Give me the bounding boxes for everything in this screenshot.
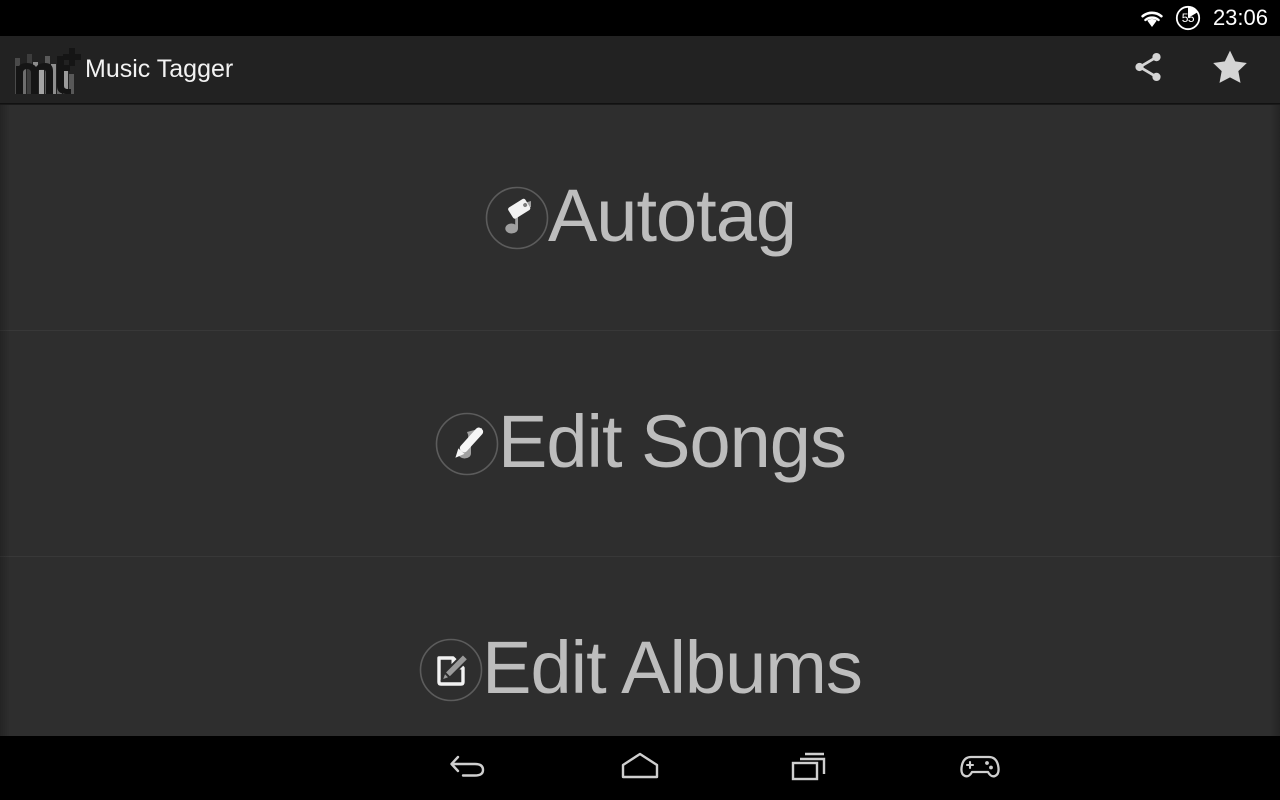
menu-item-label: Edit Songs: [498, 399, 847, 483]
status-bar: 55 23:06: [0, 0, 1280, 36]
menu-item-content: Autotag: [484, 173, 797, 257]
share-button[interactable]: [1112, 36, 1184, 104]
menu-item-edit-songs[interactable]: Edit Songs: [0, 331, 1280, 557]
battery-level-text: 55: [1181, 11, 1195, 25]
battery-circle-icon: 55: [1175, 5, 1201, 31]
star-icon: [1210, 47, 1250, 92]
main-menu-list: Autotag Edit Songs Edit Albums: [0, 105, 1280, 736]
menu-item-autotag[interactable]: Autotag: [0, 105, 1280, 331]
status-bar-clock: 23:06: [1212, 5, 1268, 30]
share-icon: [1131, 50, 1165, 89]
favorite-button[interactable]: [1194, 36, 1266, 104]
status-bar-right-cluster: 55 23:06: [1139, 5, 1268, 31]
menu-item-content: Edit Albums: [418, 625, 863, 709]
app-screen: 55 23:06 Music Tagger Autotag Edit Songs…: [0, 0, 1280, 800]
app-title: Music Tagger: [85, 55, 234, 83]
music-note-tag-icon: [484, 185, 550, 251]
nav-gamepad-button[interactable]: [900, 736, 1060, 800]
recents-icon: [790, 750, 830, 787]
system-navigation-bar: [0, 736, 1280, 800]
menu-item-label: Autotag: [547, 173, 797, 257]
action-bar: Music Tagger: [0, 36, 1280, 104]
wifi-icon: [1139, 8, 1165, 28]
back-icon: [450, 749, 490, 788]
document-pencil-icon: [418, 637, 484, 703]
menu-item-content: Edit Songs: [434, 399, 847, 483]
nav-back-button[interactable]: [390, 736, 550, 800]
nav-recents-button[interactable]: [730, 736, 890, 800]
nav-home-button[interactable]: [560, 736, 720, 800]
home-icon: [619, 751, 661, 786]
menu-item-edit-albums[interactable]: Edit Albums: [0, 557, 1280, 736]
menu-item-label: Edit Albums: [482, 625, 863, 709]
music-tagger-logo-icon: [13, 44, 81, 96]
music-note-pen-icon: [434, 411, 500, 477]
gamepad-icon: [958, 750, 1002, 787]
